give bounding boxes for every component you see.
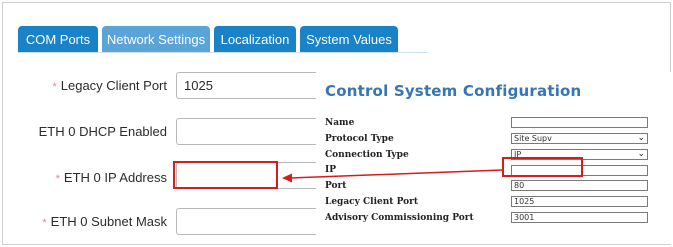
arrow-left-icon xyxy=(282,169,503,183)
